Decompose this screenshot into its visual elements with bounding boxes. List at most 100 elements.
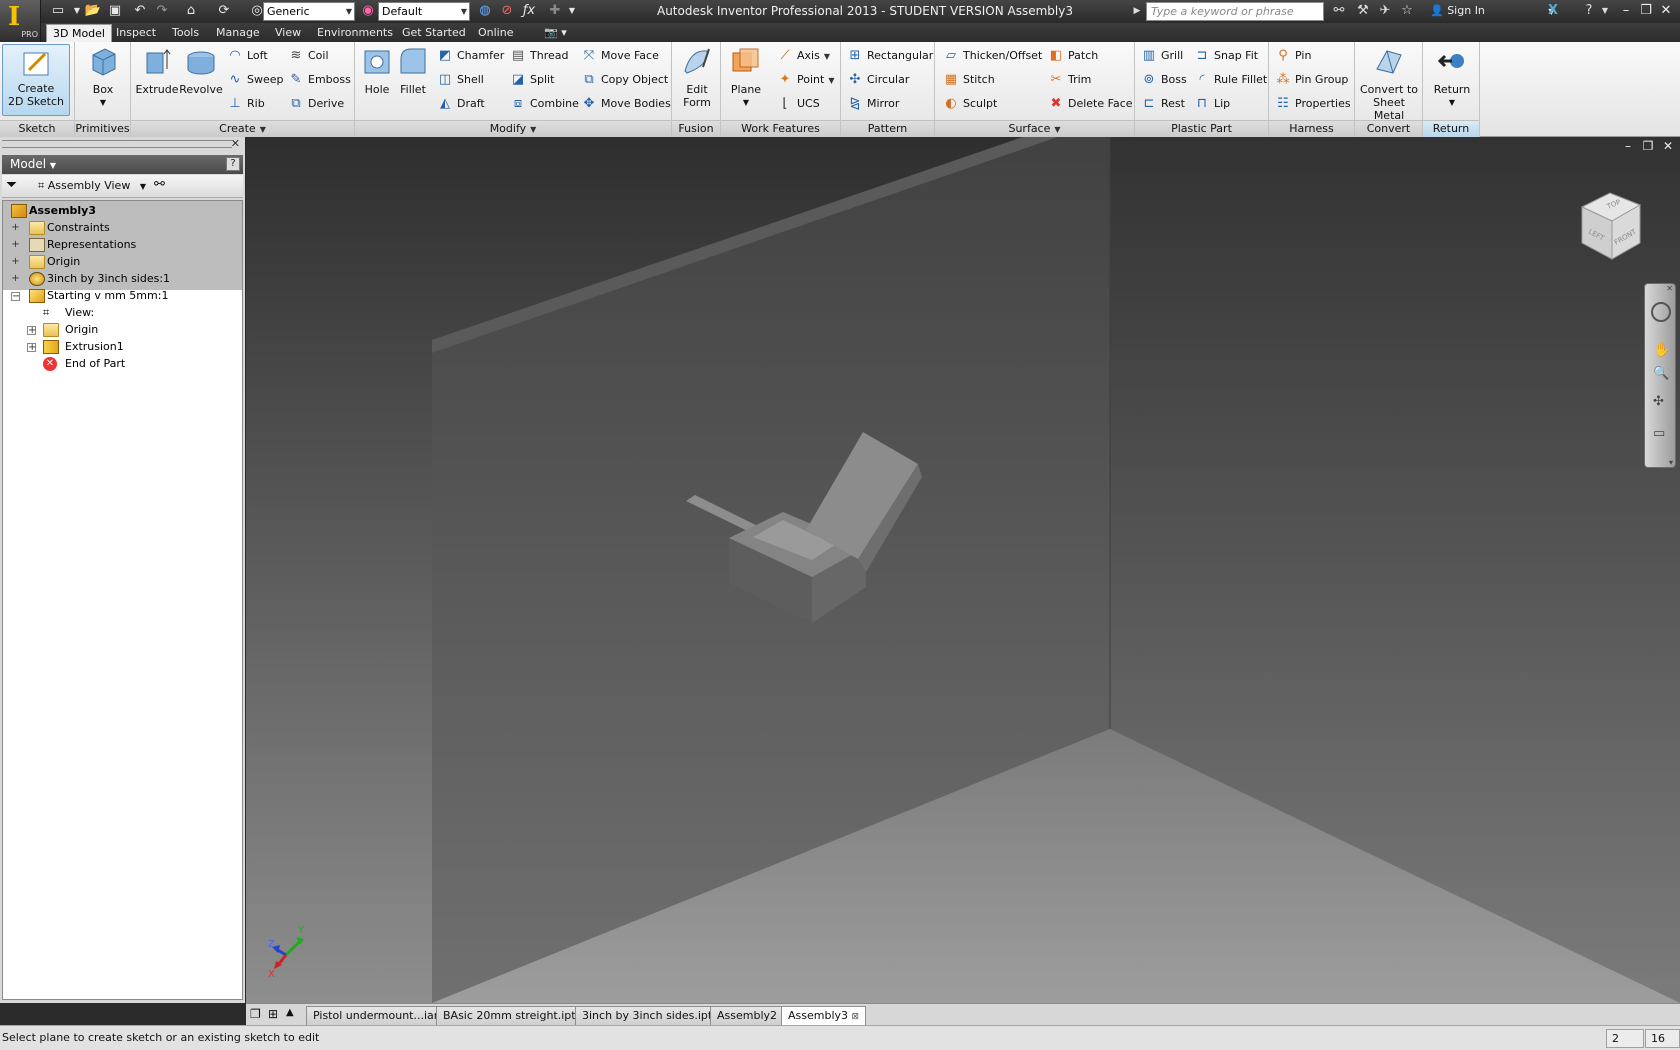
- trim-button[interactable]: ✂ Trim: [1048, 70, 1092, 90]
- tab-online[interactable]: Online: [472, 24, 519, 42]
- snap-fit-button[interactable]: ⊐ Snap Fit: [1194, 46, 1259, 66]
- sweep-button[interactable]: ∿ Sweep: [227, 70, 284, 90]
- extrude-button[interactable]: Extrude: [135, 45, 179, 96]
- viewport-minimize-icon[interactable]: –: [1620, 139, 1636, 153]
- restore-window-button[interactable]: ❐: [1636, 2, 1656, 20]
- undo-icon[interactable]: ↶: [131, 3, 149, 19]
- thread-button[interactable]: ▤ Thread: [510, 46, 569, 66]
- camera-icon[interactable]: 📷 ▾: [538, 24, 573, 42]
- favorites-icon[interactable]: ☆: [1398, 3, 1416, 19]
- circular-pattern-button[interactable]: ✣ Circular: [847, 70, 910, 90]
- close-window-button[interactable]: ✕: [1656, 2, 1676, 20]
- update-icon[interactable]: ⟳: [215, 3, 233, 19]
- split-button[interactable]: ◪ Split: [510, 70, 555, 90]
- clear-appearance-icon[interactable]: ⊘: [498, 3, 516, 19]
- rib-button[interactable]: ⊥ Rib: [227, 94, 264, 114]
- application-menu-button[interactable]: I PRO: [0, 0, 41, 42]
- filter-icon[interactable]: ⏷: [6, 177, 17, 193]
- tab-3d-model[interactable]: 3D Model: [46, 24, 112, 42]
- patch-button[interactable]: ◧ Patch: [1048, 46, 1098, 66]
- communication-icon[interactable]: ✈: [1376, 3, 1394, 19]
- edit-form-button[interactable]: Edit Form: [676, 45, 718, 109]
- emboss-button[interactable]: ✎ Emboss: [288, 70, 351, 90]
- browser-header[interactable]: Model ▼ ?: [2, 155, 243, 174]
- tree-node-constraints[interactable]: + Constraints: [7, 219, 110, 237]
- viewport-close-icon[interactable]: ✕: [1660, 139, 1676, 153]
- tree-node-starting-v[interactable]: − Starting v mm 5mm:1: [7, 287, 168, 305]
- copy-object-button[interactable]: ⧉ Copy Object: [581, 70, 668, 90]
- new-icon[interactable]: ▭: [49, 3, 67, 19]
- subscription-icon[interactable]: ⚒: [1354, 3, 1372, 19]
- graphics-viewport[interactable]: – ❐ ✕ TOP LEFT FRONT ✕ ✋ 🔍 ✣ ▭ ▾ Y Z X: [246, 137, 1680, 1003]
- tree-node-3inch-sides[interactable]: + 3inch by 3inch sides:1: [7, 270, 170, 288]
- panel-label-modify[interactable]: Modify ▼: [355, 120, 671, 137]
- move-bodies-button[interactable]: ✥ Move Bodies: [581, 94, 671, 114]
- pin-button[interactable]: ⚲ Pin: [1275, 46, 1311, 66]
- cascade-windows-icon[interactable]: ❐: [250, 1007, 261, 1021]
- delete-face-button[interactable]: ✖ Delete Face: [1048, 94, 1133, 114]
- browser-help-icon[interactable]: ?: [226, 157, 240, 171]
- doc-tab-basic-20mm[interactable]: BAsic 20mm streight.ipt: [436, 1006, 583, 1025]
- binoculars-icon[interactable]: ⚯: [1330, 3, 1348, 19]
- plane-button[interactable]: Plane ▼: [725, 45, 767, 109]
- sign-in-button[interactable]: 👤 Sign In ▼: [1430, 4, 1555, 17]
- close-tab-icon[interactable]: ⊠: [852, 1012, 860, 1022]
- minimize-window-button[interactable]: –: [1616, 2, 1636, 20]
- open-documents-icon[interactable]: ▲: [286, 1007, 294, 1018]
- tree-node-view[interactable]: ⌗ View:: [25, 304, 94, 322]
- tab-view[interactable]: View: [269, 24, 307, 42]
- shell-button[interactable]: ◫ Shell: [437, 70, 484, 90]
- project-icon[interactable]: ⌂: [182, 3, 200, 19]
- tile-windows-icon[interactable]: ⊞: [268, 1007, 278, 1021]
- convert-to-sheet-metal-button[interactable]: Convert to Sheet Metal: [1357, 45, 1421, 122]
- doc-tab-assembly3[interactable]: Assembly3 ⊠: [781, 1006, 867, 1025]
- tab-tools[interactable]: Tools: [166, 24, 205, 42]
- fillet-button[interactable]: Fillet: [395, 45, 431, 96]
- doc-tab-assembly2[interactable]: Assembly2: [710, 1006, 785, 1025]
- mirror-button[interactable]: ⧎ Mirror: [847, 94, 900, 114]
- move-face-button[interactable]: ⤧ Move Face: [581, 46, 659, 66]
- orbit-icon[interactable]: ✣: [1653, 394, 1664, 409]
- viewport-restore-icon[interactable]: ❐: [1640, 139, 1656, 153]
- combine-button[interactable]: ⧈ Combine: [510, 94, 579, 114]
- hole-button[interactable]: Hole: [359, 45, 395, 96]
- help-search-input[interactable]: Type a keyword or phrase: [1146, 2, 1324, 21]
- navbar-customize-icon[interactable]: ▾: [1669, 458, 1673, 467]
- viewcube[interactable]: TOP LEFT FRONT: [1574, 185, 1654, 269]
- measure-icon[interactable]: ✚: [546, 3, 564, 19]
- ucs-button[interactable]: ⌊ UCS: [777, 94, 819, 114]
- qat-customize-icon[interactable]: ▼: [563, 3, 581, 19]
- sculpt-button[interactable]: ◐ Sculpt: [943, 94, 997, 114]
- steering-wheel-icon[interactable]: [1651, 302, 1671, 322]
- zoom-icon[interactable]: 🔍: [1653, 366, 1669, 381]
- properties-button[interactable]: ☷ Properties: [1275, 94, 1350, 114]
- stitch-button[interactable]: ▦ Stitch: [943, 70, 995, 90]
- tab-environments[interactable]: Environments: [311, 24, 399, 42]
- tab-get-started[interactable]: Get Started: [396, 24, 472, 42]
- exchange-apps-icon[interactable]: X: [1544, 3, 1562, 19]
- browser-grip[interactable]: [2, 140, 232, 148]
- parameters-icon[interactable]: ƒx: [520, 3, 538, 19]
- material-combo[interactable]: Generic ▼: [263, 2, 355, 21]
- find-binoculars-icon[interactable]: ⚯: [154, 177, 165, 192]
- pin-group-button[interactable]: ⁂ Pin Group: [1275, 70, 1349, 90]
- axis-button[interactable]: ⟋ Axis ▼: [777, 46, 830, 66]
- tree-node-assembly[interactable]: Assembly3: [7, 202, 96, 220]
- doc-tab-3inch-sides[interactable]: 3inch by 3inch sides.ipt: [575, 1006, 720, 1025]
- save-icon[interactable]: ▣: [106, 3, 124, 19]
- appearance-combo[interactable]: Default ▼: [378, 2, 470, 21]
- box-button[interactable]: Box ▼: [84, 45, 122, 109]
- tree-node-end-of-part[interactable]: ✕ End of Part: [25, 355, 125, 373]
- revolve-button[interactable]: Revolve: [179, 45, 223, 96]
- tab-manage[interactable]: Manage: [210, 24, 266, 42]
- redo-icon[interactable]: ↷: [153, 3, 171, 19]
- lip-button[interactable]: ⊓ Lip: [1194, 94, 1230, 114]
- loft-button[interactable]: ◠ Loft: [227, 46, 267, 66]
- rule-fillet-button[interactable]: ◜ Rule Fillet: [1194, 70, 1267, 90]
- color-wheel-icon[interactable]: ◉: [359, 3, 377, 19]
- rest-button[interactable]: ⊏ Rest: [1141, 94, 1185, 114]
- tree-node-representations[interactable]: + Representations: [7, 236, 136, 254]
- help-dropdown-icon[interactable]: ▼: [1596, 3, 1614, 19]
- look-at-icon[interactable]: ▭: [1653, 426, 1665, 441]
- thicken-offset-button[interactable]: ▱ Thicken/Offset: [943, 46, 1042, 66]
